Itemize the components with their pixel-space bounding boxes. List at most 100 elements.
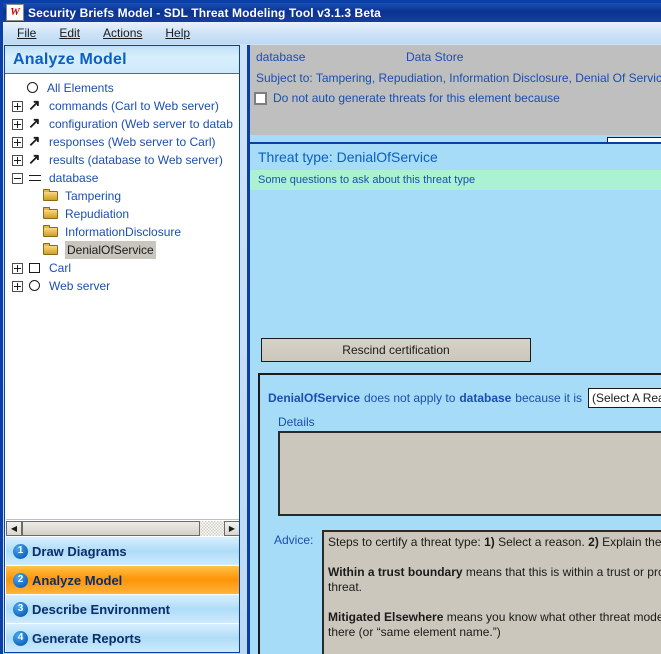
- advice-term: Mitigated Elsewhere: [328, 610, 443, 624]
- tree-item-label: Tampering: [65, 187, 121, 205]
- expand-plus-icon[interactable]: [12, 101, 23, 112]
- left-pane: Analyze Model All Elements commands (Car…: [4, 45, 240, 653]
- advice-row: Advice: Steps to certify a threat type: …: [260, 530, 661, 654]
- process-circle-icon: [28, 279, 43, 293]
- menu-edit-label: Edit: [59, 26, 80, 40]
- window-title: Security Briefs Model - SDL Threat Model…: [28, 6, 381, 20]
- tree-item-carl[interactable]: Carl: [6, 259, 240, 277]
- advice-text: threat.: [328, 580, 362, 594]
- nav-item-label: Draw Diagrams: [32, 544, 127, 559]
- tree-item-label: configuration (Web server to datab: [49, 115, 233, 133]
- element-subject-to: Subject to: Tampering, Repudiation, Info…: [256, 71, 661, 85]
- tree-item-label: Carl: [49, 259, 71, 277]
- threat-type-title: Threat type: DenialOfService: [258, 149, 438, 165]
- nav-badge-2: 2: [13, 573, 28, 588]
- tree-item-label: results (database to Web server): [49, 151, 223, 169]
- sentence-because-text: because it is: [515, 391, 582, 405]
- expand-plus-icon[interactable]: [12, 119, 23, 130]
- nav-item-generate-reports[interactable]: 4 Generate Reports: [6, 624, 240, 653]
- nav-badge-3: 3: [13, 602, 28, 617]
- autogen-checkbox[interactable]: [254, 92, 267, 105]
- expand-plus-icon[interactable]: [12, 137, 23, 148]
- autogen-row[interactable]: Do not auto generate threats for this el…: [256, 91, 661, 105]
- threat-type-header: Threat type: DenialOfService: [250, 144, 661, 170]
- menu-actions-label: Actions: [103, 26, 142, 40]
- folder-icon: [43, 207, 60, 221]
- tree-item-denialofservice[interactable]: DenialOfService: [6, 241, 240, 259]
- tree-item-label: Repudiation: [65, 205, 129, 223]
- folder-icon: [43, 243, 60, 257]
- advice-paragraph: Mitigated Elsewhere means you know what …: [328, 610, 661, 640]
- menu-item-file[interactable]: File: [17, 26, 36, 40]
- nav-badge-1: 1: [13, 544, 28, 559]
- datastore-icon: [28, 171, 43, 185]
- dataflow-arrow-icon: [28, 153, 43, 167]
- scroll-right-arrow-icon[interactable]: ▶: [224, 521, 240, 536]
- menu-file-label: File: [17, 26, 36, 40]
- dataflow-arrow-icon: [28, 99, 43, 113]
- title-bar: W Security Briefs Model - SDL Threat Mod…: [3, 3, 661, 22]
- tree-item-configuration[interactable]: configuration (Web server to datab: [6, 115, 240, 133]
- questions-link-text: Some questions to ask about this threat …: [258, 174, 475, 186]
- rescind-certification-button[interactable]: Rescind certification: [261, 338, 531, 362]
- client-area: Analyze Model All Elements commands (Car…: [3, 44, 661, 654]
- dataflow-arrow-icon: [28, 135, 43, 149]
- element-name: database: [256, 50, 406, 64]
- tree-horizontal-scrollbar[interactable]: ◀ ▶: [6, 519, 240, 536]
- tree-item-web-server[interactable]: Web server: [6, 277, 240, 295]
- questions-strip[interactable]: Some questions to ask about this threat …: [250, 170, 661, 190]
- nav-item-describe-environment[interactable]: 3 Describe Environment: [6, 595, 240, 624]
- scrollbar-track[interactable]: [22, 521, 224, 536]
- advice-text: means that this is within a trust or pro…: [463, 565, 661, 579]
- advice-text: Steps to certify a threat type: 1) Selec…: [328, 535, 661, 549]
- tree-item-commands[interactable]: commands (Carl to Web server): [6, 97, 240, 115]
- nav-item-draw-diagrams[interactable]: 1 Draw Diagrams: [6, 537, 240, 566]
- folder-icon: [43, 225, 60, 239]
- advice-textbox: Steps to certify a threat type: 1) Selec…: [322, 530, 661, 654]
- tree-item-tampering[interactable]: Tampering: [6, 187, 240, 205]
- advice-text: means you know what other threat model c: [443, 610, 661, 624]
- details-textarea[interactable]: [278, 431, 661, 516]
- scrollbar-thumb[interactable]: [22, 521, 200, 536]
- reason-select-dropdown[interactable]: (Select A Reason): [588, 388, 661, 408]
- circle-icon: [26, 81, 41, 95]
- menu-item-actions[interactable]: Actions: [103, 26, 142, 40]
- menu-item-help[interactable]: Help: [165, 26, 190, 40]
- autogen-label: Do not auto generate threats for this el…: [273, 91, 560, 105]
- application-window: W Security Briefs Model - SDL Threat Mod…: [0, 0, 661, 654]
- expand-plus-icon[interactable]: [12, 155, 23, 166]
- tree-item-informationdisclosure[interactable]: InformationDisclosure: [6, 223, 240, 241]
- nav-item-label: Describe Environment: [32, 602, 170, 617]
- tree-item-label: All Elements: [47, 79, 114, 97]
- expand-plus-icon[interactable]: [12, 281, 23, 292]
- advice-label: Advice:: [260, 530, 322, 654]
- page-title: Analyze Model: [13, 51, 127, 69]
- tree-item-results[interactable]: results (database to Web server): [6, 151, 240, 169]
- dataflow-arrow-icon: [28, 117, 43, 131]
- menu-item-edit[interactable]: Edit: [59, 26, 80, 40]
- tree-item-all-elements[interactable]: All Elements: [6, 79, 240, 97]
- tree-item-responses[interactable]: responses (Web server to Carl): [6, 133, 240, 151]
- element-name-row: database Data Store: [256, 50, 661, 68]
- app-logo-w-icon: W: [6, 4, 24, 21]
- certification-sentence: DenialOfService does not apply to databa…: [260, 375, 661, 409]
- advice-paragraph: Steps to certify a threat type: 1) Selec…: [328, 535, 661, 550]
- tree-item-database[interactable]: database: [6, 169, 240, 187]
- certification-group: DenialOfService does not apply to databa…: [258, 373, 661, 654]
- scroll-left-arrow-icon[interactable]: ◀: [6, 521, 22, 536]
- external-entity-icon: [28, 261, 43, 275]
- pane-header: Analyze Model: [5, 46, 239, 74]
- tree-item-repudiation[interactable]: Repudiation: [6, 205, 240, 223]
- model-tree[interactable]: All Elements commands (Carl to Web serve…: [6, 75, 240, 519]
- tree-item-label: InformationDisclosure: [65, 223, 181, 241]
- nav-item-analyze-model[interactable]: 2 Analyze Model: [6, 566, 240, 595]
- folder-icon: [43, 189, 60, 203]
- collapse-minus-icon[interactable]: [12, 173, 23, 184]
- tree-item-label: commands (Carl to Web server): [49, 97, 219, 115]
- sentence-element-name: database: [459, 391, 511, 405]
- nav-badge-4: 4: [13, 631, 28, 646]
- workflow-nav-list: 1 Draw Diagrams 2 Analyze Model 3 Descri…: [6, 537, 240, 653]
- expand-plus-icon[interactable]: [12, 263, 23, 274]
- element-info-panel: database Data Store Subject to: Tamperin…: [250, 45, 661, 135]
- tree-item-label: database: [49, 169, 98, 187]
